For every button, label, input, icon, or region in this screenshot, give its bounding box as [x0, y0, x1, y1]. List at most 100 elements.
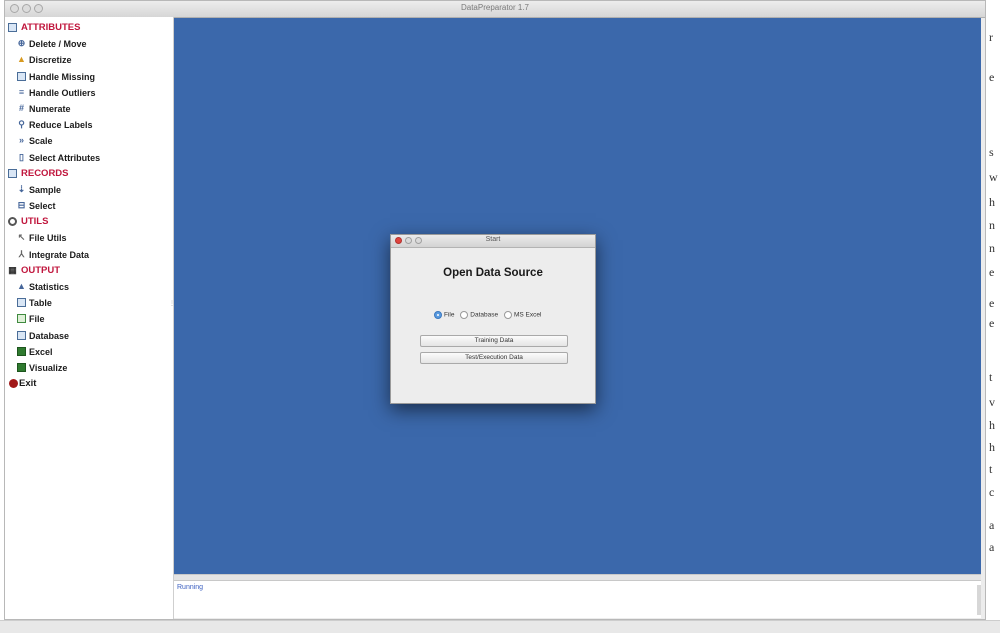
sidebar-item-sample[interactable]: ⇣ Sample [7, 182, 100, 198]
sidebar-item-visualize[interactable]: Visualize [7, 360, 100, 376]
sidebar-item-exit[interactable]: Exit [7, 376, 100, 392]
window-title: DataPreparator 1.7 [460, 3, 530, 12]
sample-icon: ⇣ [17, 183, 26, 194]
database-icon [17, 330, 26, 340]
console-scrollbar[interactable] [977, 585, 981, 615]
sidebar-item-excel[interactable]: Excel [7, 344, 100, 360]
sidebar-item-delete-move[interactable]: ⊕ Delete / Move [7, 36, 100, 52]
sidebar-item-label: Handle Missing [29, 71, 96, 82]
category-label: ATTRIBUTES [21, 22, 81, 33]
handle-outliers-icon: ≡ [18, 86, 25, 97]
category-output[interactable]: ▦ OUTPUT [7, 263, 100, 279]
sidebar-item-file-utils[interactable]: ↖ File Utils [7, 230, 100, 246]
radio-file[interactable]: File [434, 311, 454, 319]
sidebar-item-label: Select [29, 201, 56, 212]
document-fragment-letter: c [989, 485, 995, 499]
handle-missing-icon [17, 71, 26, 81]
sidebar-item-label: File [29, 314, 45, 325]
sidebar-item-integrate-data[interactable]: ⅄ Integrate Data [7, 247, 100, 263]
sidebar-item-handle-outliers[interactable]: ≡ Handle Outliers [7, 85, 100, 101]
document-fragment-letter: e [989, 265, 995, 279]
category-label: RECORDS [21, 167, 69, 179]
sidebar-nav: ATTRIBUTES ⊕ Delete / Move ▲ Discretize … [7, 20, 100, 392]
sidebar-item-label: Database [29, 330, 70, 341]
console-panel: Running [174, 580, 981, 618]
sidebar-item-numerate[interactable]: # Numerate [7, 101, 100, 117]
integrate-icon: ⅄ [18, 248, 25, 259]
gear-icon [8, 217, 17, 227]
dialog-title: Start [485, 236, 501, 243]
radio-label: Database [470, 311, 499, 319]
delete-move-icon: ⊕ [17, 38, 26, 49]
exit-icon [9, 379, 18, 389]
category-attributes[interactable]: ATTRIBUTES [7, 20, 100, 36]
category-label: OUTPUT [21, 264, 61, 276]
document-fragment-letter: h [989, 440, 995, 454]
document-fragment-letter: n [989, 218, 995, 232]
category-utils[interactable]: UTILS [7, 214, 100, 230]
sidebar-split-handle[interactable]: ⋮ [169, 300, 175, 320]
document-fragment-letter: e [989, 296, 995, 310]
attributes-icon [8, 23, 17, 32]
document-fragment-letter: n [989, 241, 995, 255]
sidebar-item-label: Visualize [29, 362, 68, 373]
sidebar-item-label: File Utils [29, 233, 67, 244]
test-execution-data-button[interactable]: Test/Execution Data [420, 352, 568, 364]
visualize-icon [17, 362, 26, 372]
exit-label: Exit [19, 378, 37, 390]
sidebar-item-select-attributes[interactable]: ▯ Select Attributes [7, 150, 100, 166]
dialog-titlebar: Start [391, 235, 595, 248]
training-data-button[interactable]: Training Data [420, 335, 568, 347]
document-fragment-letter: a [989, 518, 995, 532]
records-icon [8, 168, 17, 178]
select-attributes-icon: ▯ [19, 151, 24, 162]
window-titlebar: DataPreparator 1.7 [5, 1, 985, 18]
wrench-icon: ↖ [17, 232, 26, 243]
document-fragment-letter: h [989, 418, 995, 432]
sidebar-item-database[interactable]: Database [7, 328, 100, 344]
table-icon [17, 298, 26, 308]
start-dialog: Start Open Data Source File Database MS … [390, 234, 596, 404]
category-records[interactable]: RECORDS [7, 166, 100, 182]
sidebar-item-scale[interactable]: » Scale [7, 133, 100, 149]
sidebar-item-discretize[interactable]: ▲ Discretize [7, 52, 100, 68]
sidebar-item-table[interactable]: Table [7, 295, 100, 311]
sidebar-item-label: Delete / Move [29, 39, 87, 50]
sidebar-item-statistics[interactable]: ▲ Statistics [7, 279, 100, 295]
reduce-labels-icon: ⚲ [18, 119, 25, 130]
document-fragment-letter: a [989, 540, 995, 554]
sidebar-item-label: Table [29, 298, 52, 309]
sidebar-item-label: Discretize [29, 55, 72, 66]
document-fragment-letter: v [989, 395, 995, 409]
sidebar-item-label: Reduce Labels [29, 120, 93, 131]
scale-icon: » [18, 135, 24, 146]
document-fragment-letter: t [989, 462, 993, 476]
sidebar-item-handle-missing[interactable]: Handle Missing [7, 69, 100, 85]
sidebar-item-reduce-labels[interactable]: ⚲ Reduce Labels [7, 117, 100, 133]
document-fragment-letter: e [989, 70, 995, 84]
radio-database[interactable]: Database [460, 311, 498, 319]
sidebar-item-select[interactable]: ⊟ Select [7, 198, 100, 214]
excel-icon [17, 346, 26, 356]
radio-dot [434, 311, 442, 319]
sidebar-item-label: Scale [29, 136, 53, 147]
radio-label: MS Excel [513, 311, 542, 319]
dialog-heading: Open Data Source [443, 267, 543, 279]
document-fragment-letter: h [989, 195, 995, 209]
bottom-bar [0, 620, 1000, 633]
sidebar-item-label: Select Attributes [29, 152, 101, 163]
discretize-icon: ▲ [17, 54, 26, 65]
sidebar-item-label: Numerate [29, 103, 71, 114]
select-icon: ⊟ [17, 200, 26, 211]
file-icon [17, 314, 26, 324]
document-fragment-letter: e [989, 316, 995, 330]
numerate-icon: # [18, 102, 24, 113]
source-radio-group: File Database MS Excel [434, 311, 545, 319]
document-fragment-letter: w [989, 170, 998, 184]
document-fragment-letter: s [989, 145, 994, 159]
sidebar-item-label: Statistics [29, 282, 70, 292]
sidebar-item-file[interactable]: File [7, 311, 100, 327]
radio-label: File [444, 311, 455, 319]
radio-ms-excel[interactable]: MS Excel [503, 311, 542, 319]
console-text: Running [177, 584, 204, 591]
